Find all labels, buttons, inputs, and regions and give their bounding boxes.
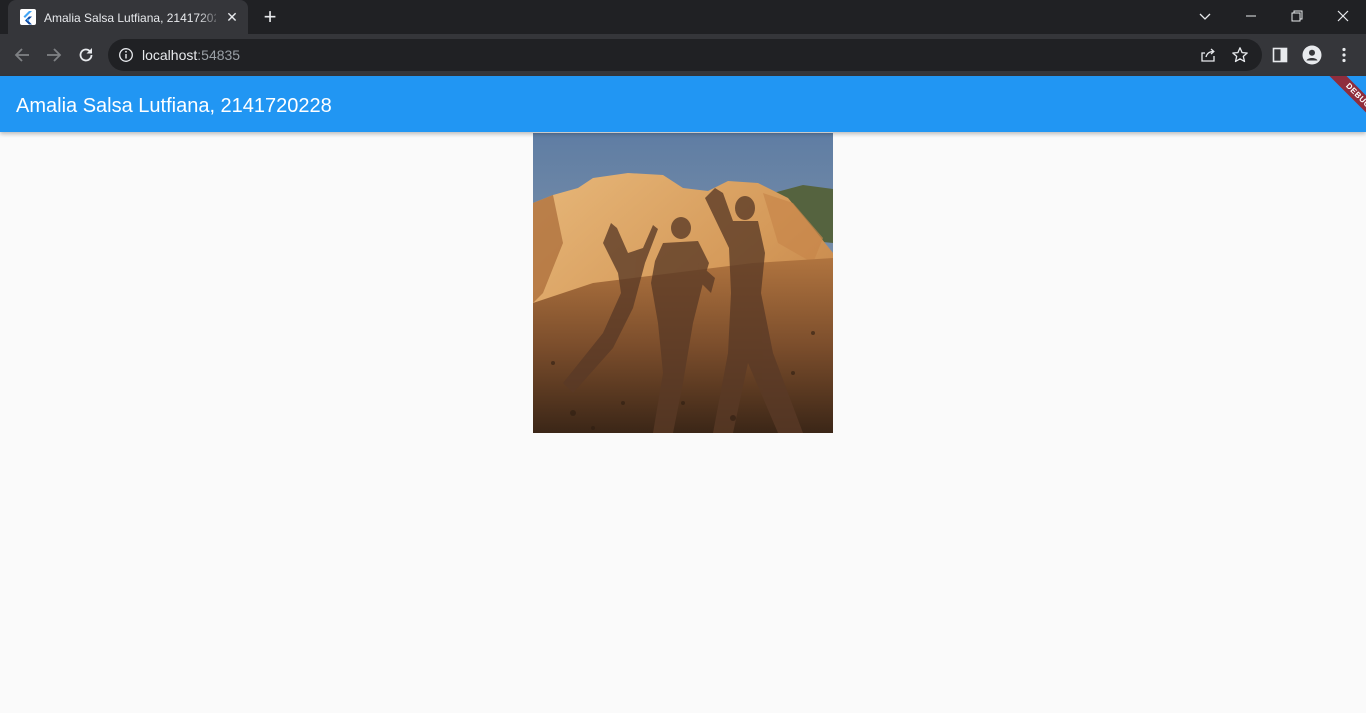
url-port: :54835 xyxy=(197,47,241,63)
tab-title-fade xyxy=(198,8,222,28)
debug-banner: DEBUG xyxy=(1318,76,1366,132)
reload-button[interactable] xyxy=(73,42,99,68)
tab-close-icon[interactable]: ✕ xyxy=(224,9,240,25)
url-text: localhost:54835 xyxy=(142,47,240,63)
app-title: Amalia Salsa Lutfiana, 2141720228 xyxy=(16,95,332,117)
side-panel-icon[interactable] xyxy=(1270,45,1290,65)
new-tab-button[interactable]: + xyxy=(258,5,282,29)
tab-title: Amalia Salsa Lutfiana, 2141720228 xyxy=(44,11,216,25)
address-bar[interactable]: localhost:54835 xyxy=(108,39,1262,71)
restore-icon xyxy=(1291,10,1303,22)
close-icon xyxy=(1337,10,1349,22)
minimize-button[interactable] xyxy=(1228,0,1274,32)
back-button[interactable] xyxy=(9,42,35,68)
arrow-right-icon xyxy=(47,48,62,62)
browser-tab-strip: Amalia Salsa Lutfiana, 2141720228 ✕ + xyxy=(0,0,1366,34)
close-window-button[interactable] xyxy=(1320,0,1366,32)
tab-search-button[interactable] xyxy=(1182,0,1228,32)
profile-avatar-icon[interactable] xyxy=(1302,45,1322,65)
url-host: localhost xyxy=(142,47,198,63)
flutter-logo-icon xyxy=(20,9,36,25)
restore-button[interactable] xyxy=(1274,0,1320,32)
app-body xyxy=(0,132,1366,713)
debug-banner-label: DEBUG xyxy=(1319,76,1366,132)
forward-button[interactable] xyxy=(41,42,67,68)
photo-shadows-on-rock xyxy=(533,133,833,433)
info-icon[interactable] xyxy=(118,47,134,63)
arrow-left-icon xyxy=(14,48,29,62)
browser-tab[interactable]: Amalia Salsa Lutfiana, 2141720228 ✕ xyxy=(8,0,248,34)
more-menu-icon[interactable] xyxy=(1334,45,1354,65)
chevron-down-icon xyxy=(1199,13,1211,20)
browser-toolbar: localhost:54835 xyxy=(0,34,1366,76)
reload-icon xyxy=(79,48,93,62)
minimize-icon xyxy=(1246,15,1256,17)
app-bar: Amalia Salsa Lutfiana, 2141720228 xyxy=(0,76,1366,132)
share-icon[interactable] xyxy=(1199,46,1217,64)
bookmark-star-icon[interactable] xyxy=(1231,46,1249,64)
